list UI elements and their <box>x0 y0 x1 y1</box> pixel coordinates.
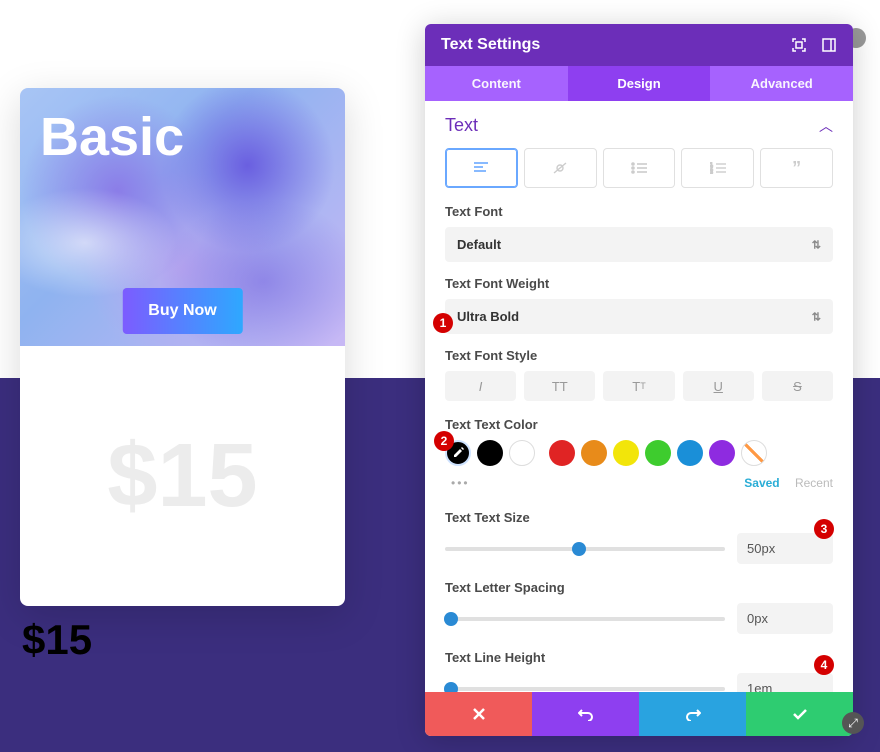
svg-text:3: 3 <box>710 170 713 174</box>
size-slider[interactable] <box>445 547 725 551</box>
quote-icon[interactable]: ” <box>760 148 833 188</box>
smallcaps-button[interactable]: TT <box>603 371 674 401</box>
panel-title: Text Settings <box>441 36 540 54</box>
panel-header: Text Settings <box>425 24 853 66</box>
swatch-black[interactable] <box>477 440 503 466</box>
more-swatches-icon[interactable]: ••• <box>451 476 470 490</box>
weight-label: Text Font Weight <box>445 276 833 291</box>
lineheight-slider[interactable] <box>445 687 725 691</box>
tab-design[interactable]: Design <box>568 66 711 101</box>
swatch-purple[interactable] <box>709 440 735 466</box>
resize-handle-icon[interactable]: ⤢ <box>842 712 864 734</box>
swatch-transparent[interactable] <box>741 440 767 466</box>
fullscreen-icon[interactable] <box>791 37 807 53</box>
panel-layout-icon[interactable] <box>821 37 837 53</box>
font-select[interactable]: Default <box>445 227 833 262</box>
text-format-row: 123 ” <box>445 148 833 188</box>
ordered-list-icon[interactable]: 123 <box>681 148 754 188</box>
undo-button[interactable] <box>532 692 639 736</box>
swatch-tab-recent[interactable]: Recent <box>795 476 833 490</box>
tab-advanced[interactable]: Advanced <box>710 66 853 101</box>
style-label: Text Font Style <box>445 348 833 363</box>
align-left-icon[interactable] <box>445 148 518 188</box>
color-swatches <box>445 440 833 466</box>
price-large: $15 <box>107 425 257 528</box>
uppercase-button[interactable]: TT <box>524 371 595 401</box>
buy-now-button[interactable]: Buy Now <box>122 288 242 334</box>
lineheight-input[interactable]: 1em <box>737 673 833 692</box>
color-label: Text Text Color <box>445 417 833 432</box>
annotation-badge-4: 4 <box>814 655 834 675</box>
swatch-red[interactable] <box>549 440 575 466</box>
panel-footer <box>425 692 853 736</box>
link-disabled-icon[interactable] <box>524 148 597 188</box>
unordered-list-icon[interactable] <box>603 148 676 188</box>
swatch-tab-saved[interactable]: Saved <box>744 476 779 490</box>
size-slider-row: 50px <box>445 533 833 564</box>
swatch-orange[interactable] <box>581 440 607 466</box>
spacing-label: Text Letter Spacing <box>445 580 833 595</box>
spacing-thumb[interactable] <box>444 612 458 626</box>
swatch-blue[interactable] <box>677 440 703 466</box>
card-body: $15 <box>20 346 345 606</box>
annotation-badge-3: 3 <box>814 519 834 539</box>
swatch-yellow[interactable] <box>613 440 639 466</box>
spacing-input[interactable]: 0px <box>737 603 833 634</box>
tab-content[interactable]: Content <box>425 66 568 101</box>
pricing-card: Basic Buy Now $15 <box>20 88 345 606</box>
section-title: Text <box>445 115 478 136</box>
italic-button[interactable]: I <box>445 371 516 401</box>
preview-wrapper: Basic Buy Now $15 $15 <box>20 88 345 664</box>
save-button[interactable] <box>746 692 853 736</box>
annotation-badge-1: 1 <box>433 313 453 333</box>
annotation-badge-2: 2 <box>434 431 454 451</box>
plan-title: Basic <box>40 106 184 168</box>
swatch-white[interactable] <box>509 440 535 466</box>
lineheight-thumb[interactable] <box>444 682 458 693</box>
font-label: Text Font <box>445 204 833 219</box>
underline-button[interactable]: U <box>683 371 754 401</box>
spacing-slider[interactable] <box>445 617 725 621</box>
lineheight-slider-row: 1em <box>445 673 833 692</box>
strikethrough-button[interactable]: S <box>762 371 833 401</box>
panel-body[interactable]: Text ︿ 123 ” Text Font Default Text Font… <box>425 101 853 692</box>
lineheight-label: Text Line Height <box>445 650 833 665</box>
section-header[interactable]: Text ︿ <box>445 109 833 148</box>
size-label: Text Text Size <box>445 510 833 525</box>
weight-select[interactable]: Ultra Bold <box>445 299 833 334</box>
font-style-row: I TT TT U S <box>445 371 833 401</box>
redo-button[interactable] <box>639 692 746 736</box>
price-under-card: $15 <box>20 616 345 664</box>
spacing-slider-row: 0px <box>445 603 833 634</box>
cancel-button[interactable] <box>425 692 532 736</box>
text-settings-panel: Text Settings Content Design Advanced Te… <box>425 24 853 736</box>
chevron-up-icon[interactable]: ︿ <box>819 116 833 136</box>
swatch-green[interactable] <box>645 440 671 466</box>
panel-tabs: Content Design Advanced <box>425 66 853 101</box>
card-hero-art: Basic Buy Now <box>20 88 345 346</box>
size-thumb[interactable] <box>572 542 586 556</box>
